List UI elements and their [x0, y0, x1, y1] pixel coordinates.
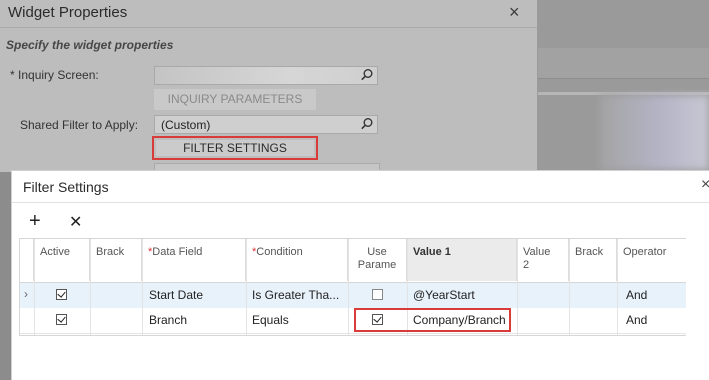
delete-row-icon[interactable]: ✕ [69, 213, 82, 233]
close-icon[interactable]: × [509, 2, 520, 23]
column-header-use-parameter[interactable]: Use Parame [348, 239, 407, 281]
widget-properties-title: Widget Properties [8, 4, 128, 21]
column-header-close-bracket[interactable]: Brack [569, 239, 617, 281]
condition-cell[interactable]: Is Greater Tha... [252, 283, 339, 308]
column-divider [569, 239, 570, 335]
column-divider [142, 239, 143, 335]
search-icon[interactable] [360, 68, 374, 82]
active-checkbox[interactable] [56, 314, 67, 325]
column-divider [348, 239, 349, 335]
shared-filter-value: (Custom) [161, 118, 211, 132]
condition-cell[interactable]: Equals [252, 308, 289, 333]
inquiry-parameters-button[interactable]: INQUIRY PARAMETERS [154, 89, 316, 110]
title-divider [0, 27, 537, 28]
column-header-operator[interactable]: Operator [617, 239, 686, 281]
column-divider [246, 239, 247, 335]
column-divider [517, 239, 518, 335]
add-row-icon[interactable]: + [29, 211, 41, 231]
inquiry-screen-field[interactable] [154, 66, 378, 85]
value1-cell[interactable]: @YearStart [413, 283, 475, 308]
row-selector-header [20, 239, 34, 281]
shared-filter-label: Shared Filter to Apply: [20, 118, 139, 132]
search-icon[interactable] [360, 117, 374, 131]
use-parameter-checkbox[interactable] [372, 289, 383, 300]
filter-settings-button-highlight: FILTER SETTINGS [152, 136, 318, 160]
column-divider [34, 239, 35, 335]
required-marker: * [10, 68, 15, 82]
column-header-active[interactable]: Active [34, 239, 90, 281]
annotation-highlight-box [354, 308, 511, 332]
row-selected-indicator: › [24, 287, 28, 301]
background-blurred-content [600, 95, 709, 170]
column-header-value2[interactable]: Value 2 [517, 239, 569, 281]
operator-cell[interactable]: And [626, 283, 647, 308]
operator-cell[interactable]: And [626, 308, 647, 333]
title-divider [12, 202, 709, 203]
table-row[interactable]: Branch Equals Company/Branch And [20, 308, 686, 334]
inquiry-screen-label: * Inquiry Screen: [10, 68, 99, 82]
column-divider [90, 239, 91, 335]
table-row[interactable]: › Start Date Is Greater Tha... @YearStar… [20, 282, 686, 309]
column-header-data-field[interactable]: *Data Field [142, 239, 246, 281]
filter-settings-dialog: Filter Settings × + ✕ Active Brack *Data… [11, 170, 709, 380]
shared-filter-field[interactable]: (Custom) [154, 115, 378, 134]
widget-properties-dialog: Widget Properties × Specify the widget p… [0, 0, 538, 173]
close-icon[interactable]: × [701, 176, 709, 194]
filter-settings-title: Filter Settings [23, 179, 109, 195]
data-field-cell[interactable]: Branch [149, 308, 187, 333]
column-divider [617, 239, 618, 335]
column-header-condition[interactable]: *Condition [246, 239, 348, 281]
filter-grid: Active Brack *Data Field *Condition Use … [19, 238, 686, 336]
column-header-value1[interactable]: Value 1 [407, 239, 517, 281]
active-checkbox[interactable] [56, 289, 67, 300]
data-field-cell[interactable]: Start Date [149, 283, 203, 308]
widget-properties-subtitle: Specify the widget properties [6, 38, 174, 52]
background-toolbar [537, 48, 709, 79]
column-header-open-bracket[interactable]: Brack [90, 239, 142, 281]
filter-settings-button[interactable]: FILTER SETTINGS [156, 140, 314, 156]
